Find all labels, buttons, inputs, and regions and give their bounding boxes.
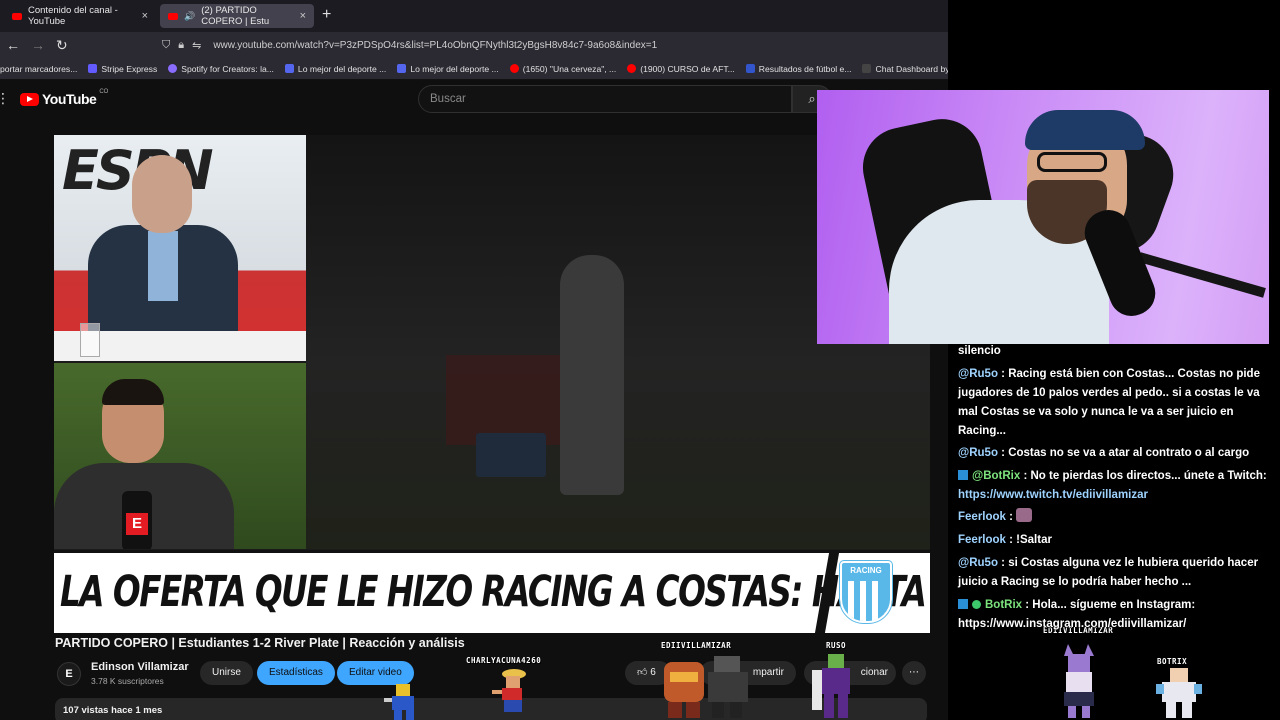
espn-mic-flag: E [126,513,148,535]
video-meta: 107 vistas hace 1 mes [63,705,163,716]
sprite-label: CHARLYACUNA4260 [466,656,542,665]
bookmark-item[interactable]: Lo mejor del deporte ... [397,64,499,74]
tab-title: (2) PARTIDO COPERO | Estu [201,5,270,27]
chat-message: @Ru5o : Costas no se va a atar al contra… [958,447,1250,459]
back-arrow-icon[interactable]: ← [6,36,20,54]
luffy-sprite [492,669,526,712]
bookmark-item[interactable]: (1650) "Una cerveza", ... [509,64,616,74]
navigation-bar: ← → ↻ ⛉ 🔒︎ ⇋ www.youtube.com/watch?v=P3z… [0,32,948,58]
headline-banner: LA OFERTA QUE LE HIZO RACING A COSTAS: H… [54,550,930,633]
bookmark-item[interactable]: Chat Dashboard by C... [862,64,948,74]
verified-icon [972,600,981,609]
sprite-label: RUSO [826,641,847,650]
reload-icon[interactable]: ↻ [56,36,68,54]
channel-avatar[interactable]: E [57,662,81,686]
spotify-icon [168,64,178,73]
youtube-header: ⋮ YouTube CO Buscar ⌕ [0,80,948,118]
racing-badge-icon: RACING [839,560,893,624]
youtube-icon [509,64,519,73]
country-code: CO [99,89,109,95]
bookmarks-bar: portar marcadores... Stripe Express Spot… [0,58,948,80]
speaker-icon[interactable]: 🔊 [184,11,195,22]
wolverine-sprite [384,684,414,720]
bookmark-item[interactable]: Spotify for Creators: la... [168,64,274,74]
chat-message: Feerlook : [958,508,1274,527]
permissions-icon[interactable]: ⇋ [192,39,201,52]
bookmark-icon [862,64,872,73]
browser-window: Contenido del canal - YouTube × 🔊 (2) PA… [0,0,948,720]
shield-icon[interactable]: ⛉ [162,39,170,52]
tab-title: Contenido del canal - YouTube [28,5,118,27]
search-input[interactable]: Buscar [418,85,792,113]
menu-icon[interactable]: ⋮ [0,90,10,107]
webcam-overlay [817,90,1269,344]
url-text[interactable]: www.youtube.com/watch?v=P3zPDSpO4rs&list… [213,40,657,51]
banner-text: LA OFERTA QUE LE HIZO RACING A COSTAS: H… [60,567,930,617]
stats-button[interactable]: Estadísticas [257,661,335,685]
chat-username: Feerlook [958,534,1006,546]
thumbs-up-icon: 👍︎ [637,667,648,678]
stream-chat: silencio @Ru5o : Racing está bien con Co… [948,340,1280,720]
forward-arrow-icon[interactable]: → [31,36,45,54]
close-tab-icon[interactable]: × [300,10,306,22]
close-tab-icon[interactable]: × [142,10,148,22]
bookmark-item[interactable]: Resultados de fútbol e... [745,64,851,74]
stripe-icon [88,64,98,73]
water-glass [80,323,100,357]
cap [1025,110,1145,150]
chat-username: @Ru5o [958,557,998,569]
chat-message: Feerlook : !Saltar [958,534,1052,546]
bookmark-icon [397,64,407,73]
chat-username: Feerlook [958,511,1006,523]
new-tab-button[interactable]: + [322,6,331,24]
more-options-button[interactable]: ⋯ [902,661,926,685]
twitch-link[interactable]: https://www.twitch.tv/ediivillamizar [958,489,1148,501]
join-button[interactable]: Unirse [200,661,253,685]
tab-partido-copero[interactable]: 🔊 (2) PARTIDO COPERO | Estu × [160,4,314,28]
piccolo-sprite [812,654,850,718]
wrench-icon [958,470,968,480]
video-player[interactable]: ESPN E LA OFERTA QUE LE HIZO RACING A CO… [54,135,930,633]
youtube-icon [627,64,637,73]
subscriber-count: 3.78 K suscriptores [91,676,164,686]
bookmark-item[interactable]: Lo mejor del deporte ... [284,64,386,74]
bookmark-icon [284,64,294,73]
sprite-label: EDIIVILLAMIZAR [661,641,732,650]
chat-message: BotRix : Hola... sígueme en Instagram: h… [958,599,1196,630]
bot-icon [958,599,968,609]
chat-username: @Ru5o [958,368,998,380]
emote-icon [1016,508,1033,522]
lock-icon[interactable]: 🔒︎ [178,39,184,52]
reporter-panel: E [54,363,306,549]
bookmark-item[interactable]: Stripe Express [88,64,157,74]
bookmark-icon [745,64,755,73]
youtube-favicon-icon [168,12,178,20]
chat-username: @Ru5o [958,447,998,459]
chat-message: @Ru5o : Racing está bien con Costas... C… [958,368,1260,437]
chat-username: @BotRix [972,470,1021,482]
bookmark-item[interactable]: (1900) CURSO de AFT... [627,64,735,74]
video-title: PARTIDO COPERO | Estudiantes 1-2 River P… [55,636,465,650]
youtube-play-icon [20,92,39,106]
channel-name[interactable]: Edinson Villamizar [91,661,189,673]
glasses [1037,152,1107,172]
fighters-sprite [664,656,748,718]
tab-channel-content[interactable]: Contenido del canal - YouTube × [4,4,156,28]
address-bar[interactable]: ⛉ 🔒︎ ⇋ www.youtube.com/watch?v=P3zPDSpO4… [150,35,948,55]
logo-text: YouTube [42,91,97,107]
like-count: 6 [650,667,656,678]
tab-bar: Contenido del canal - YouTube × 🔊 (2) PA… [0,0,948,32]
chat-message: silencio [958,345,1001,357]
bookmark-item[interactable]: portar marcadores... [0,64,77,74]
youtube-favicon-icon [12,12,22,20]
chat-username: BotRix [985,599,1023,611]
youtube-logo[interactable]: YouTube CO [20,89,109,107]
chat-message: @Ru5o : si Costas alguna vez le hubiera … [958,557,1259,588]
chat-message: @BotRix : No te pierdas los directos... … [958,470,1267,501]
studio-host-panel: ESPN [54,135,306,361]
